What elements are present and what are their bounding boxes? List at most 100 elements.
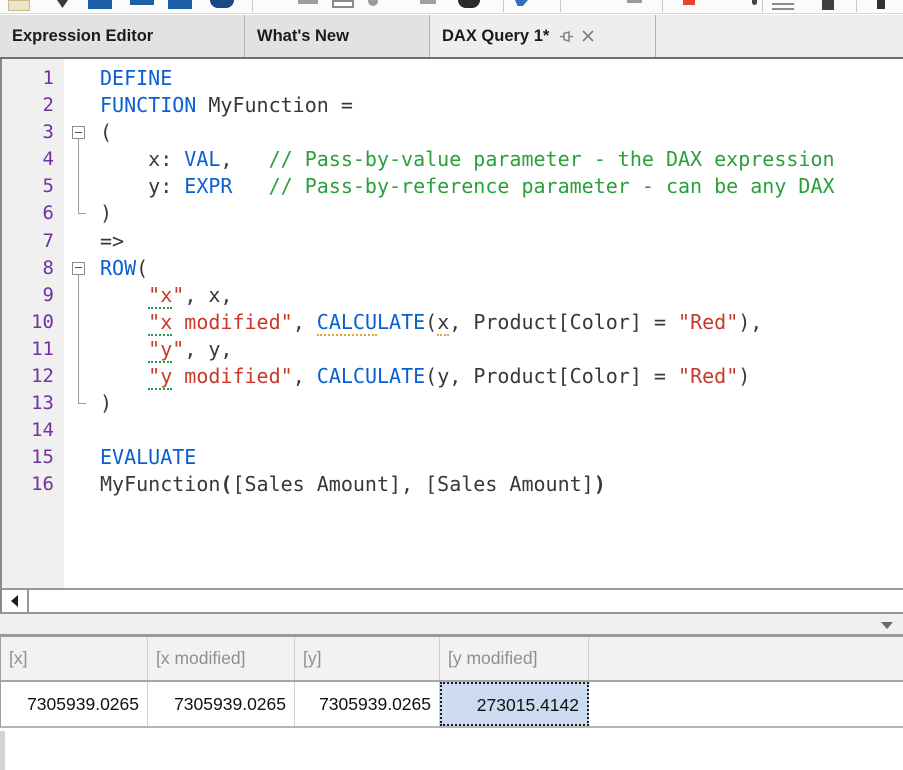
toolbar-separator <box>762 0 763 12</box>
toolbar-icon-fragment[interactable] <box>130 0 154 5</box>
code-text: "y", y, <box>100 336 232 363</box>
fold-margin <box>64 65 100 92</box>
pin-icon[interactable] <box>559 29 574 44</box>
toolbar-icon-fragment[interactable] <box>298 0 318 4</box>
code-line[interactable]: 7 => <box>2 228 903 255</box>
line-number: 4 <box>2 146 64 173</box>
toolbar-icon-fragment[interactable] <box>822 0 834 10</box>
result-cell[interactable]: 7305939.0265 <box>148 682 295 726</box>
code-line[interactable]: 12 "y modified", CALCULATE(y, Product[Co… <box>2 363 903 390</box>
code-line[interactable]: 4 x: VAL, // Pass-by-value parameter - t… <box>2 146 903 173</box>
toolbar-icon-fragment[interactable] <box>752 0 757 5</box>
toolbar-icon-fragment[interactable] <box>368 0 378 6</box>
scroll-down-arrow-icon[interactable] <box>881 622 893 629</box>
line-number: 15 <box>2 444 64 471</box>
fold-margin <box>64 173 100 200</box>
results-grid-header: [x][x modified][y][y modified] <box>0 637 903 682</box>
window-edge <box>0 731 5 770</box>
toolbar-icon-fragment[interactable] <box>57 0 68 8</box>
toolbar-separator <box>503 0 504 12</box>
code-text: ( <box>100 119 112 146</box>
column-header[interactable]: [x] <box>1 637 148 680</box>
column-header[interactable]: [y] <box>295 637 440 680</box>
code-line[interactable]: 6) <box>2 200 903 227</box>
line-number: 9 <box>2 282 64 309</box>
code-line[interactable]: 8ROW( <box>2 255 903 282</box>
scroll-left-button[interactable] <box>2 590 29 612</box>
code-text: MyFunction([Sales Amount], [Sales Amount… <box>100 471 606 498</box>
code-text: x: VAL, // Pass-by-value parameter - the… <box>100 146 835 173</box>
code-text: ) <box>100 200 112 227</box>
tab-label: Expression Editor <box>12 27 153 46</box>
toolbar-separator <box>662 0 663 12</box>
tab-label: DAX Query 1* <box>442 27 549 46</box>
fold-margin <box>64 92 100 119</box>
toolbar-icon-fragment[interactable] <box>420 0 436 4</box>
line-number: 12 <box>2 363 64 390</box>
code-line[interactable]: 15EVALUATE <box>2 444 903 471</box>
line-number: 8 <box>2 255 64 282</box>
code-text: "x modified", CALCULATE(x, Product[Color… <box>100 309 762 336</box>
toolbar-icon-fragment[interactable] <box>88 0 112 9</box>
code-line[interactable]: 11 "y", y, <box>2 336 903 363</box>
tab-whats-new[interactable]: What's New <box>245 15 430 57</box>
code-text: => <box>100 228 124 255</box>
fold-margin <box>64 444 100 471</box>
fold-margin <box>64 228 100 255</box>
fold-margin <box>64 200 100 227</box>
line-number: 5 <box>2 173 64 200</box>
code-text: "x", x, <box>100 282 232 309</box>
result-cell[interactable]: 7305939.0265 <box>295 682 440 726</box>
toolbar-icon-fragment[interactable] <box>772 3 794 5</box>
column-header[interactable]: [y modified] <box>440 637 589 680</box>
code-line[interactable]: 1DEFINE <box>2 65 903 92</box>
fold-margin <box>64 471 100 498</box>
fold-margin <box>64 336 100 363</box>
toolbar-icon-fragment[interactable] <box>683 0 695 5</box>
results-splitter[interactable] <box>0 614 903 637</box>
toolbar-icon-fragment[interactable] <box>877 0 885 9</box>
toolbar-strip <box>0 0 903 14</box>
row-filler <box>589 682 903 726</box>
code-line[interactable]: 14 <box>2 417 903 444</box>
code-text: FUNCTION MyFunction = <box>100 92 353 119</box>
tab-dax-query-1[interactable]: DAX Query 1* <box>430 15 656 57</box>
column-header[interactable]: [x modified] <box>148 637 295 680</box>
line-number: 6 <box>2 200 64 227</box>
toolbar-separator <box>252 0 253 12</box>
result-cell[interactable]: 7305939.0265 <box>1 682 148 726</box>
toolbar-icon-fragment[interactable] <box>627 0 642 3</box>
code-line[interactable]: 2 FUNCTION MyFunction = <box>2 92 903 119</box>
toolbar-icon-fragment[interactable] <box>515 0 528 6</box>
code-text: y: EXPR // Pass-by-reference parameter -… <box>100 173 835 200</box>
fold-collapse-icon[interactable] <box>64 119 100 146</box>
code-line[interactable]: 10 "x modified", CALCULATE(x, Product[Co… <box>2 309 903 336</box>
fold-collapse-icon[interactable] <box>64 255 100 282</box>
fold-margin <box>64 282 100 309</box>
code-editor[interactable]: 1DEFINE2 FUNCTION MyFunction =3(4 x: VAL,… <box>0 59 903 588</box>
code-text: ) <box>100 390 112 417</box>
result-cell-selected[interactable]: 273015.4142 <box>440 682 589 726</box>
toolbar-icon-fragment[interactable] <box>210 0 234 8</box>
code-line[interactable]: 16MyFunction([Sales Amount], [Sales Amou… <box>2 471 903 498</box>
code-line[interactable]: 5 y: EXPR // Pass-by-reference parameter… <box>2 173 903 200</box>
toolbar-icon-fragment[interactable] <box>8 0 30 11</box>
code-text: DEFINE <box>100 65 172 92</box>
code-line[interactable]: 13) <box>2 390 903 417</box>
code-line[interactable]: 3( <box>2 119 903 146</box>
document-tab-bar: Expression Editor What's New DAX Query 1* <box>0 15 903 59</box>
toolbar-separator <box>560 0 561 12</box>
toolbar-icon-fragment[interactable] <box>168 0 192 9</box>
tab-expression-editor[interactable]: Expression Editor <box>0 15 245 57</box>
line-number: 2 <box>2 92 64 119</box>
close-icon[interactable] <box>581 29 595 43</box>
scroll-left-arrow-icon <box>11 595 18 607</box>
toolbar-icon-fragment[interactable] <box>772 8 794 10</box>
toolbar-icon-fragment[interactable] <box>332 0 354 8</box>
fold-margin <box>64 309 100 336</box>
horizontal-scrollbar[interactable] <box>0 588 903 614</box>
line-number: 7 <box>2 228 64 255</box>
results-grid-row: 7305939.02657305939.02657305939.02652730… <box>0 682 903 728</box>
code-line[interactable]: 9 "x", x, <box>2 282 903 309</box>
toolbar-icon-fragment[interactable] <box>458 0 480 8</box>
